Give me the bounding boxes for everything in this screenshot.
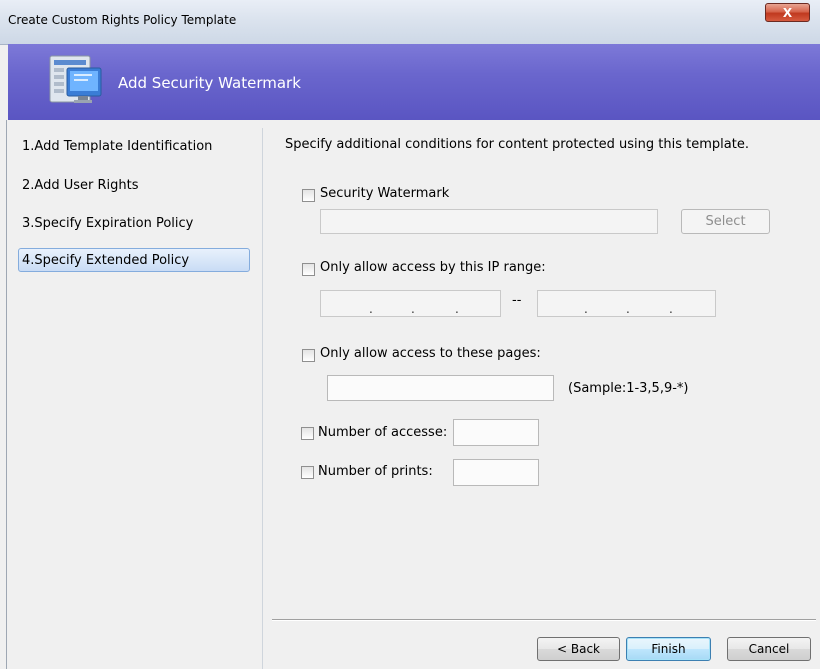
wizard-banner: Add Security Watermark: [8, 44, 820, 120]
watermark-input[interactable]: [320, 209, 658, 234]
nav-item-expiration-policy[interactable]: 3.Specify Expiration Policy: [22, 216, 193, 231]
accesses-label: Number of accesse:: [318, 425, 448, 440]
ip-range-label: Only allow access by this IP range:: [320, 260, 546, 275]
watermark-checkbox[interactable]: [302, 189, 315, 202]
ip-range-checkbox[interactable]: [302, 263, 315, 276]
title-bar: Create Custom Rights Policy Template X: [0, 0, 820, 45]
window-title: Create Custom Rights Policy Template: [8, 13, 237, 27]
pages-label: Only allow access to these pages:: [320, 346, 541, 361]
nav-item-extended-policy[interactable]: 4.Specify Extended Policy: [22, 253, 189, 268]
close-icon: X: [782, 6, 793, 20]
select-button[interactable]: Select: [681, 209, 770, 234]
pages-checkbox[interactable]: [302, 349, 315, 362]
finish-button[interactable]: Finish: [626, 637, 711, 661]
close-button[interactable]: X: [765, 3, 810, 22]
banner-title: Add Security Watermark: [118, 74, 301, 92]
ip-from-input[interactable]: . . .: [320, 290, 501, 317]
accesses-checkbox[interactable]: [301, 427, 314, 440]
prints-label: Number of prints:: [318, 464, 433, 479]
accesses-input[interactable]: [453, 419, 539, 446]
nav-item-template-identification[interactable]: 1.Add Template Identification: [22, 139, 212, 154]
nav-item-user-rights[interactable]: 2.Add User Rights: [22, 178, 138, 193]
panel-divider: [262, 128, 263, 669]
prints-input[interactable]: [453, 459, 539, 486]
prints-checkbox[interactable]: [301, 466, 314, 479]
ip-range-separator: --: [512, 293, 522, 308]
description-text: Specify additional conditions for conten…: [285, 137, 749, 152]
watermark-label: Security Watermark: [320, 186, 450, 201]
pages-input[interactable]: [327, 375, 554, 401]
pages-sample-hint: (Sample:1-3,5,9-*): [568, 381, 689, 396]
left-border: [6, 120, 7, 669]
cancel-button[interactable]: Cancel: [727, 637, 811, 661]
computer-window-icon: [49, 55, 102, 103]
ip-to-input[interactable]: . . .: [537, 290, 716, 317]
back-button[interactable]: < Back: [537, 637, 620, 661]
